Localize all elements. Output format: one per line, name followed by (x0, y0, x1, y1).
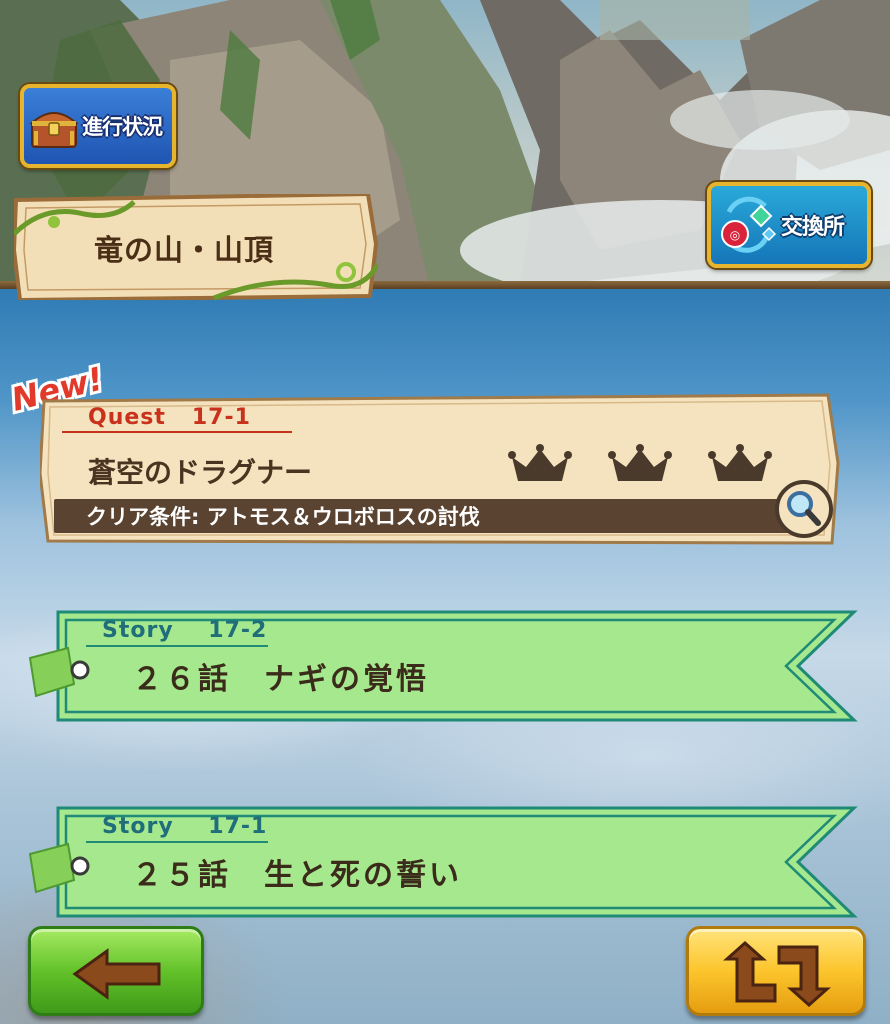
area-name: 竜の山・山頂 (93, 233, 274, 267)
quest-code: Quest 17-1 (88, 405, 251, 430)
crown-icon (708, 444, 772, 481)
crown-icon (608, 444, 672, 481)
svg-text:◎: ◎ (730, 228, 740, 242)
area-name-sign: 竜の山・山頂 (14, 194, 378, 300)
exchange-button[interactable]: ◎ 交換所 (707, 182, 871, 268)
story-item[interactable]: Story 17-2 ２６話 ナギの覚悟 (28, 608, 860, 724)
crown-rating (508, 443, 778, 487)
quest-card[interactable]: Quest 17-1 蒼空のドラグナー クリア条件: アトモス＆ウロボロスの討伐 (40, 393, 840, 545)
exchange-label: 交換所 (781, 215, 845, 240)
story-code: Story 17-2 (102, 618, 268, 643)
quest-condition: クリア条件: アトモス＆ウロボロスの討伐 (86, 505, 480, 529)
swap-arrows-icon (723, 941, 831, 1007)
quest-title: 蒼空のドラグナー (88, 456, 313, 489)
magnifier-icon[interactable] (774, 479, 834, 539)
story-code: Story 17-1 (102, 814, 268, 839)
swap-button[interactable] (686, 926, 866, 1016)
progress-status-button[interactable]: 進行状況 (20, 84, 176, 168)
progress-status-label: 進行状況 (82, 115, 163, 139)
treasure-chest-icon (29, 112, 79, 148)
story-title: ２５話 生と死の誓い (132, 858, 462, 893)
story-item[interactable]: Story 17-1 ２５話 生と死の誓い (28, 804, 860, 920)
left-arrow-icon (72, 948, 161, 1000)
back-button[interactable] (28, 926, 204, 1016)
story-title: ２６話 ナギの覚悟 (132, 662, 429, 697)
crown-icon (508, 444, 572, 481)
exchange-orb-icon: ◎ (721, 196, 777, 253)
quest-code-underline (62, 431, 292, 433)
